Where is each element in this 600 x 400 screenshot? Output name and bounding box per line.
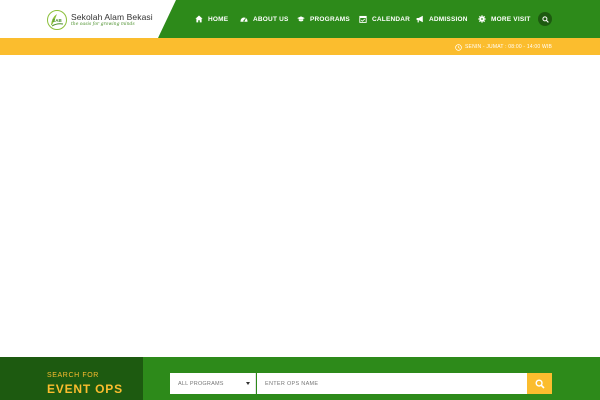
- header-search-button[interactable]: [538, 12, 552, 26]
- logo-tagline: the oasis for growing minds: [71, 22, 135, 27]
- page: SAB Sekolah Alam Bekasi the oasis for gr…: [0, 0, 600, 400]
- nav-label-calendar: CALENDAR: [372, 15, 411, 23]
- office-hours-text: SENIN - JUMAT : 08:00 - 14:00 WIB: [465, 44, 552, 50]
- event-ops-label: EVENT OPS: [47, 382, 123, 396]
- nav-label-more-visit: MORE VISIT: [491, 15, 531, 23]
- megaphone-icon: [416, 15, 424, 23]
- logo-mark-text: SAB: [52, 18, 62, 23]
- nav-item-home[interactable]: HOME: [195, 14, 228, 24]
- site-logo[interactable]: SAB Sekolah Alam Bekasi the oasis for gr…: [47, 9, 153, 31]
- gear-icon: [478, 15, 486, 23]
- calendar-icon: [359, 15, 367, 23]
- nav-label-programs: PROGRAMS: [310, 15, 350, 23]
- site-header: SAB Sekolah Alam Bekasi the oasis for gr…: [0, 0, 600, 38]
- nav-item-programs[interactable]: PROGRAMS: [297, 14, 350, 24]
- dashboard-icon: [240, 15, 248, 23]
- logo-mark-icon: SAB: [47, 10, 67, 30]
- ops-name-input[interactable]: [257, 373, 527, 394]
- graduation-cap-icon: [297, 15, 305, 23]
- chevron-down-icon: [246, 382, 250, 385]
- clock-icon: [455, 43, 462, 51]
- search-label-box: SEARCH FOR EVENT OPS: [0, 357, 143, 400]
- nav-label-about-us: ABOUT US: [253, 15, 289, 23]
- program-select-value: ALL PROGRAMS: [178, 380, 224, 387]
- logo-title: Sekolah Alam Bekasi: [71, 11, 153, 22]
- nav-item-about-us[interactable]: ABOUT US: [240, 14, 289, 24]
- nav-item-more-visit[interactable]: MORE VISIT: [478, 14, 531, 24]
- program-select[interactable]: ALL PROGRAMS: [170, 373, 256, 394]
- search-for-label: SEARCH FOR: [47, 372, 99, 379]
- event-search-button[interactable]: [527, 373, 552, 394]
- office-hours: SENIN - JUMAT : 08:00 - 14:00 WIB: [455, 43, 552, 51]
- search-icon: [541, 15, 549, 23]
- nav-label-home: HOME: [208, 15, 229, 23]
- nav-item-calendar[interactable]: CALENDAR: [359, 14, 410, 24]
- info-bar: SENIN - JUMAT : 08:00 - 14:00 WIB: [0, 38, 600, 55]
- nav-item-admission[interactable]: ADMISSION: [416, 14, 468, 24]
- home-icon: [195, 15, 203, 23]
- nav-label-admission: ADMISSION: [429, 15, 468, 23]
- search-icon: [534, 378, 545, 389]
